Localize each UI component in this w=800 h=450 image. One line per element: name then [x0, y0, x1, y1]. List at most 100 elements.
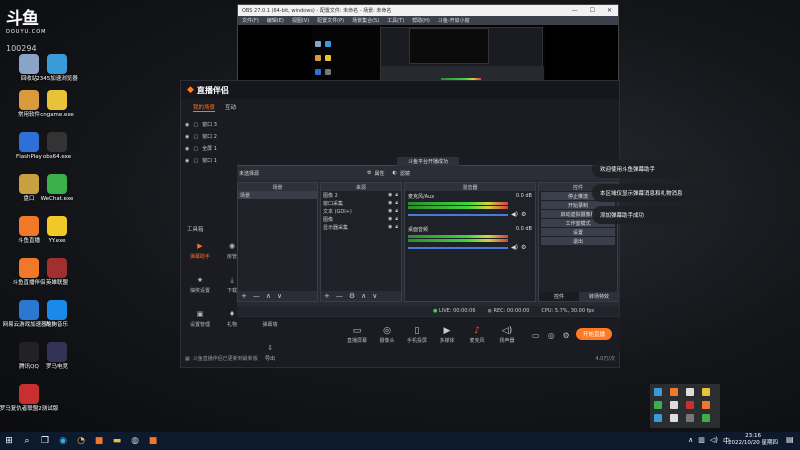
douyu-app-icon[interactable]: ■ — [144, 432, 162, 450]
tray-app-icon[interactable] — [670, 401, 678, 409]
maximize-icon[interactable]: ☐ — [590, 7, 595, 14]
tray-app-icon[interactable] — [686, 388, 694, 396]
start-live-button[interactable]: 开始直播 — [576, 328, 612, 340]
eye-icon[interactable]: ◉ — [185, 146, 189, 152]
obs-control-button[interactable]: 设置 — [541, 228, 615, 236]
gear-icon[interactable]: ⚙ — [521, 244, 526, 251]
obs-menu-item[interactable]: 斗鱼-开启小窗 — [438, 17, 470, 24]
obs-menu-item[interactable]: 配置文件(P) — [317, 17, 344, 24]
obs-menu-item[interactable]: 工具(T) — [387, 17, 404, 24]
desktop-icon[interactable]: WeChat.exe — [34, 174, 80, 212]
lock-icon[interactable]: 🔒︎ — [395, 224, 398, 230]
lock-icon[interactable]: 🔒︎ — [395, 200, 398, 206]
tool-button[interactable]: ★ 抽奖设置 — [185, 275, 215, 301]
camera-small-icon[interactable]: ▭ — [532, 331, 540, 340]
windows-start-icon[interactable]: ⊞ — [0, 432, 18, 450]
bottom-tool-button[interactable]: ♪ 麦克风 — [464, 326, 490, 344]
tab-controls[interactable]: 控件 — [539, 292, 579, 301]
desktop-icon[interactable]: YY.exe — [34, 216, 80, 254]
tray-app-icon[interactable] — [686, 414, 694, 422]
folder-icon[interactable]: ▬ — [108, 432, 126, 450]
tool-button[interactable]: ⇩ 导出 — [255, 343, 285, 369]
add-icon[interactable]: + — [324, 292, 330, 300]
down-icon[interactable]: ∨ — [372, 292, 377, 300]
bottom-tool-button[interactable]: ◎ 摄像头 — [374, 326, 400, 344]
bottom-tool-button[interactable]: ▶ 多媒体 — [434, 326, 460, 344]
obs-menu-item[interactable]: 文件(F) — [242, 17, 259, 24]
tab-my-scenes[interactable]: 我的场景 — [193, 103, 216, 112]
chevron-up-icon[interactable]: ∧ — [688, 436, 693, 446]
tray-app-icon[interactable] — [670, 414, 678, 422]
tray-app-icon[interactable] — [654, 414, 662, 422]
edge-icon[interactable]: ◉ — [54, 432, 72, 450]
task-view-icon[interactable]: ❐ — [36, 432, 54, 450]
lock-icon[interactable]: 🔒︎ — [395, 192, 398, 198]
volume-slider[interactable] — [408, 246, 508, 249]
tray-app-icon[interactable] — [670, 388, 678, 396]
tab-interact[interactable]: 互动 — [225, 103, 236, 112]
obs-menu-item[interactable]: 编辑(E) — [267, 17, 284, 24]
obs-icon[interactable]: ◍ — [126, 432, 144, 450]
bottom-tool-button[interactable]: ▭ 直播屏幕 — [344, 326, 370, 344]
lock-icon[interactable]: 🔒︎ — [395, 216, 398, 222]
lock-icon[interactable]: ▢ — [193, 146, 198, 152]
obs-titlebar[interactable]: OBS 27.0.1 (64-bit, windows) - 配置文件: 未命名… — [238, 5, 618, 16]
source-item[interactable]: 图像 2 ◉ 🔒︎ — [321, 191, 401, 199]
eye-icon[interactable]: ◎ — [548, 331, 555, 340]
desktop-icon[interactable]: obs64.exe — [34, 132, 80, 170]
eye-icon[interactable]: ◉ — [388, 192, 392, 198]
tool-button[interactable]: ▶ 弹幕助手 — [185, 241, 215, 267]
pacman-icon[interactable]: ◔ — [72, 432, 90, 450]
up-icon[interactable]: ∧ — [361, 292, 366, 300]
zhibo-scene-item[interactable]: ◉ ▢ 窗口 3 — [185, 119, 237, 130]
network-icon[interactable]: ▥ — [698, 436, 705, 446]
tray-app-icon[interactable] — [654, 388, 662, 396]
lock-icon[interactable]: ▢ — [193, 158, 198, 164]
eye-icon[interactable]: ◉ — [388, 200, 392, 206]
obs-menu-item[interactable]: 场景集合(S) — [352, 17, 379, 24]
tray-app-icon[interactable] — [702, 401, 710, 409]
tray-app-icon[interactable] — [702, 414, 710, 422]
obs-menu-item[interactable]: 帮助(H) — [412, 17, 430, 24]
close-icon[interactable]: ✕ — [607, 7, 612, 14]
douyu-icon[interactable]: ■ — [90, 432, 108, 450]
lock-icon[interactable]: ▢ — [193, 122, 198, 128]
eye-icon[interactable]: ◉ — [185, 122, 189, 128]
scene-item[interactable]: 场景 — [238, 191, 317, 199]
props-button[interactable]: ⚙ 属性 — [367, 170, 385, 177]
desktop-icon[interactable]: 罗马复仇者联盟2测试版 — [0, 384, 58, 422]
eye-icon[interactable]: ◉ — [185, 134, 189, 140]
zhibo-scene-item[interactable]: ◉ ▢ 窗口 2 — [185, 131, 237, 142]
add-icon[interactable]: + — [241, 292, 247, 300]
tray-app-icon[interactable] — [654, 401, 662, 409]
desktop-icon[interactable]: 2345加速浏览器 — [34, 54, 80, 92]
volume-icon[interactable]: ◁) — [710, 436, 718, 446]
speaker-icon[interactable]: ◀) — [511, 211, 518, 218]
lock-icon[interactable]: 🔒︎ — [395, 208, 398, 214]
desktop-icon[interactable]: 罗马电竞 — [34, 342, 80, 380]
eye-icon[interactable]: ◉ — [388, 224, 392, 230]
gear-icon[interactable]: ⚙ — [349, 292, 355, 300]
eye-icon[interactable]: ◉ — [388, 216, 392, 222]
bottom-tool-button[interactable]: ▯ 手机投屏 — [404, 326, 430, 344]
up-icon[interactable]: ∧ — [266, 292, 271, 300]
obs-menu-item[interactable]: 视图(V) — [292, 17, 309, 24]
eye-icon[interactable]: ◉ — [185, 158, 189, 164]
down-icon[interactable]: ∨ — [277, 292, 282, 300]
source-item[interactable]: 窗口采集 ◉ 🔒︎ — [321, 199, 401, 207]
lock-icon[interactable]: ▢ — [193, 134, 198, 140]
remove-icon[interactable]: — — [253, 292, 260, 300]
filter-button[interactable]: ◐ 滤镜 — [393, 170, 410, 177]
gear-icon[interactable]: ⚙ — [521, 211, 526, 218]
tab-transitions[interactable]: 转场特效 — [579, 292, 619, 301]
desktop-icon[interactable]: cngame.exe — [34, 90, 80, 128]
bottom-tool-button[interactable]: ◁) 扬声器 — [494, 326, 520, 344]
tray-app-icon[interactable] — [686, 401, 694, 409]
minimize-icon[interactable]: — — [572, 7, 578, 14]
remove-icon[interactable]: — — [336, 292, 343, 300]
speaker-icon[interactable]: ◀) — [511, 244, 518, 251]
zhibo-scene-item[interactable]: ◉ ▢ 全屏 1 — [185, 143, 237, 154]
desktop-icon[interactable]: 英雄联盟 — [34, 258, 80, 296]
zhibo-scene-item[interactable]: ◉ ▢ 窗口 1 — [185, 155, 237, 166]
eye-icon[interactable]: ◉ — [388, 208, 392, 214]
